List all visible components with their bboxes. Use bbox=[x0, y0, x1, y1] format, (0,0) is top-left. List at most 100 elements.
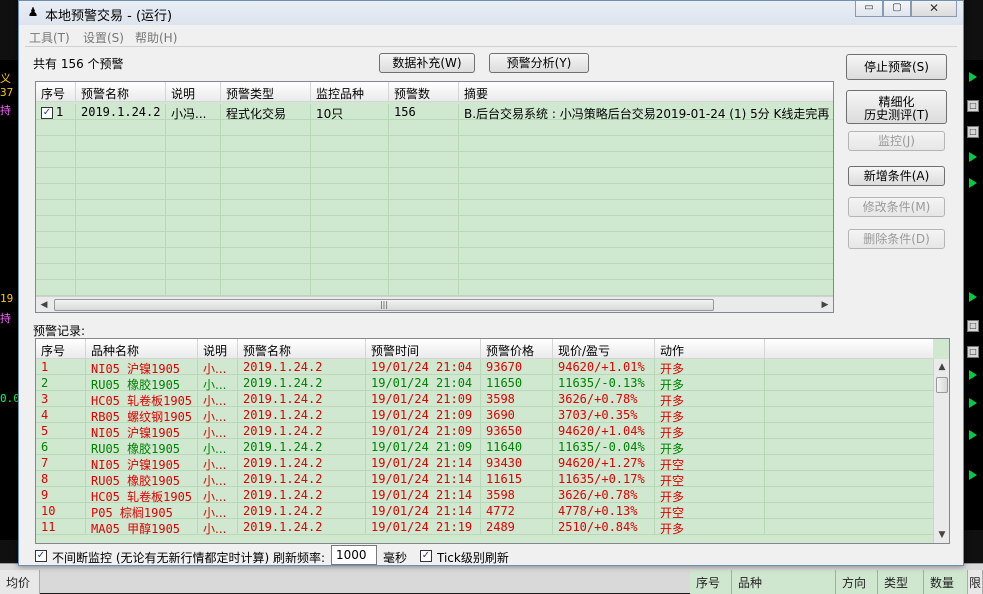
note-cell: 小... bbox=[198, 439, 238, 455]
column-header[interactable]: 预警名称 bbox=[238, 339, 366, 359]
refresh-rate-input[interactable] bbox=[331, 545, 377, 565]
table-row[interactable]: 6 RU05 橡胶1905 小... 2019.1.24.2 19/01/24 21:0… bbox=[36, 439, 933, 455]
alert-name-cell: 2019.1.24.2 bbox=[76, 104, 166, 120]
scroll-down-icon[interactable]: ▼ bbox=[934, 527, 949, 543]
window-button-icon: □ bbox=[967, 320, 979, 332]
empty-cell bbox=[221, 168, 311, 184]
add-condition-button[interactable]: 新增条件(A) bbox=[848, 166, 945, 186]
empty-cell bbox=[166, 168, 221, 184]
column-header[interactable]: 预警类型 bbox=[221, 82, 311, 102]
table-row[interactable]: 2 RU05 橡胶1905 小... 2019.1.24.2 19/01/24 21:0… bbox=[36, 375, 933, 391]
time-cell: 19/01/24 21:09 bbox=[366, 391, 481, 407]
column-header[interactable]: 序号 bbox=[36, 82, 76, 102]
menu-tools[interactable]: 工具(T) bbox=[29, 29, 70, 46]
tick-refresh-checkbox[interactable]: ✓ bbox=[420, 550, 432, 562]
column-header[interactable]: 动作 bbox=[655, 339, 765, 359]
edit-condition-button[interactable]: 修改条件(M) bbox=[848, 197, 945, 217]
table-row[interactable]: 1 NI05 沪镍1905 小... 2019.1.24.2 19/01/24 21:0… bbox=[36, 359, 933, 375]
empty-cell bbox=[166, 120, 221, 136]
column-header[interactable]: 说明 bbox=[198, 339, 238, 359]
table-row[interactable]: 11 MA05 甲醇1905 小... 2019.1.24.2 19/01/24 21:… bbox=[36, 519, 933, 535]
empty-cell bbox=[76, 216, 166, 232]
empty-row bbox=[36, 248, 833, 264]
table-row[interactable]: 8 RU05 橡胶1905 小... 2019.1.24.2 19/01/24 21:1… bbox=[36, 471, 933, 487]
bg-bottom-cell: 类型 bbox=[878, 570, 924, 594]
bg-bottom-cell: 品种 bbox=[732, 570, 836, 594]
empty-row bbox=[36, 152, 833, 168]
table-row[interactable]: 3 HC05 轧卷板1905 小... 2019.1.24.2 19/01/24 21:… bbox=[36, 391, 933, 407]
records-list[interactable]: 序号 品种名称 说明 预警名称 预警时间 预警价格 现价/盈亏 动作 1 NI05… bbox=[35, 338, 950, 544]
price-cell: 3690 bbox=[481, 407, 553, 423]
title-bar[interactable]: ♟ 本地预警交易 - (运行) ▭ ▢ ✕ bbox=[19, 1, 963, 25]
minimize-button[interactable]: ▭ bbox=[855, 1, 883, 17]
close-button[interactable]: ✕ bbox=[911, 1, 957, 17]
bg-bottom-cell: 方向 bbox=[836, 570, 878, 594]
empty-cell bbox=[221, 232, 311, 248]
delete-condition-button[interactable]: 删除条件(D) bbox=[848, 229, 945, 249]
alerts-list[interactable]: 序号 预警名称 说明 预警类型 监控品种 预警数 摘要 ✓ 1 2019.1.24… bbox=[35, 81, 834, 313]
empty-cell bbox=[389, 120, 459, 136]
empty-cell bbox=[221, 152, 311, 168]
empty-cell bbox=[221, 184, 311, 200]
empty-cell bbox=[166, 232, 221, 248]
note-cell: 小... bbox=[198, 407, 238, 423]
column-header[interactable]: 摘要 bbox=[459, 82, 833, 102]
empty-cell bbox=[459, 120, 833, 136]
table-row[interactable]: ✓ 1 2019.1.24.2 小冯... 程式化交易 10只 156 B.后台交… bbox=[36, 104, 833, 120]
column-header[interactable]: 预警时间 bbox=[366, 339, 481, 359]
scroll-thumb[interactable]: ||| bbox=[54, 299, 714, 311]
bg-left-value: 持 bbox=[0, 104, 11, 117]
empty-cell bbox=[389, 152, 459, 168]
menu-settings[interactable]: 设置(S) bbox=[83, 29, 124, 46]
scroll-thumb[interactable] bbox=[936, 377, 948, 393]
table-row[interactable]: 9 HC05 轧卷板1905 小... 2019.1.24.2 19/01/24 21:… bbox=[36, 487, 933, 503]
column-header[interactable]: 现价/盈亏 bbox=[553, 339, 655, 359]
continuous-monitor-checkbox[interactable]: ✓ bbox=[35, 550, 47, 562]
time-cell: 19/01/24 21:14 bbox=[366, 503, 481, 519]
empty-cell bbox=[166, 136, 221, 152]
empty-cell bbox=[311, 280, 389, 296]
blank-cell bbox=[765, 503, 933, 519]
column-header[interactable]: 预警价格 bbox=[481, 339, 553, 359]
empty-cell bbox=[311, 184, 389, 200]
table-row[interactable]: 10 P05 棕榈1905 小... 2019.1.24.2 19/01/24 21:1… bbox=[36, 503, 933, 519]
refine-backtest-button[interactable]: 精细化 历史测评(T) bbox=[846, 90, 947, 124]
product-cell: HC05 轧卷板1905 bbox=[86, 487, 198, 503]
alert-analysis-button[interactable]: 预警分析(Y) bbox=[489, 53, 589, 73]
column-header[interactable]: 预警数 bbox=[389, 82, 459, 102]
column-header[interactable]: 预警名称 bbox=[76, 82, 166, 102]
type-cell: 程式化交易 bbox=[221, 104, 311, 120]
scroll-right-icon[interactable]: ▶ bbox=[817, 297, 833, 312]
monitor-button[interactable]: 监控(J) bbox=[848, 131, 945, 151]
menu-help[interactable]: 帮助(H) bbox=[135, 29, 177, 46]
index-cell: 6 bbox=[36, 439, 86, 455]
empty-cell bbox=[166, 248, 221, 264]
checkbox-icon[interactable]: ✓ bbox=[41, 106, 53, 119]
action-cell: 开多 bbox=[655, 391, 765, 407]
horizontal-scrollbar[interactable]: ◀ ||| ▶ bbox=[36, 296, 833, 312]
column-header[interactable]: 说明 bbox=[166, 82, 221, 102]
stop-alert-button[interactable]: 停止预警(S) bbox=[846, 54, 947, 80]
maximize-button[interactable]: ▢ bbox=[883, 1, 911, 17]
alert-name-cell: 2019.1.24.2 bbox=[238, 519, 366, 535]
triangle-icon bbox=[969, 292, 977, 302]
empty-cell bbox=[459, 136, 833, 152]
table-row[interactable]: 4 RB05 螺纹钢1905 小... 2019.1.24.2 19/01/24 21:… bbox=[36, 407, 933, 423]
scroll-left-icon[interactable]: ◀ bbox=[36, 297, 52, 312]
action-cell: 开多 bbox=[655, 407, 765, 423]
note-cell: 小... bbox=[198, 503, 238, 519]
column-header[interactable]: 品种名称 bbox=[86, 339, 198, 359]
alert-name-cell: 2019.1.24.2 bbox=[238, 359, 366, 375]
column-header[interactable]: 序号 bbox=[36, 339, 86, 359]
data-fill-button[interactable]: 数据补充(W) bbox=[379, 53, 475, 73]
table-row[interactable]: 7 NI05 沪镍1905 小... 2019.1.24.2 19/01/24 21:1… bbox=[36, 455, 933, 471]
scroll-up-icon[interactable]: ▲ bbox=[934, 359, 949, 375]
column-header[interactable]: 监控品种 bbox=[311, 82, 389, 102]
vertical-scrollbar[interactable]: ▲ ▼ bbox=[933, 359, 949, 543]
time-cell: 19/01/24 21:19 bbox=[366, 519, 481, 535]
empty-cell bbox=[311, 264, 389, 280]
note-cell: 小... bbox=[198, 391, 238, 407]
table-row[interactable]: 5 NI05 沪镍1905 小... 2019.1.24.2 19/01/24 21:0… bbox=[36, 423, 933, 439]
continuous-monitor-label: 不间断监控 (无论有无新行情都定时计算) 刷新频率: bbox=[52, 551, 326, 565]
price-cell: 3598 bbox=[481, 391, 553, 407]
